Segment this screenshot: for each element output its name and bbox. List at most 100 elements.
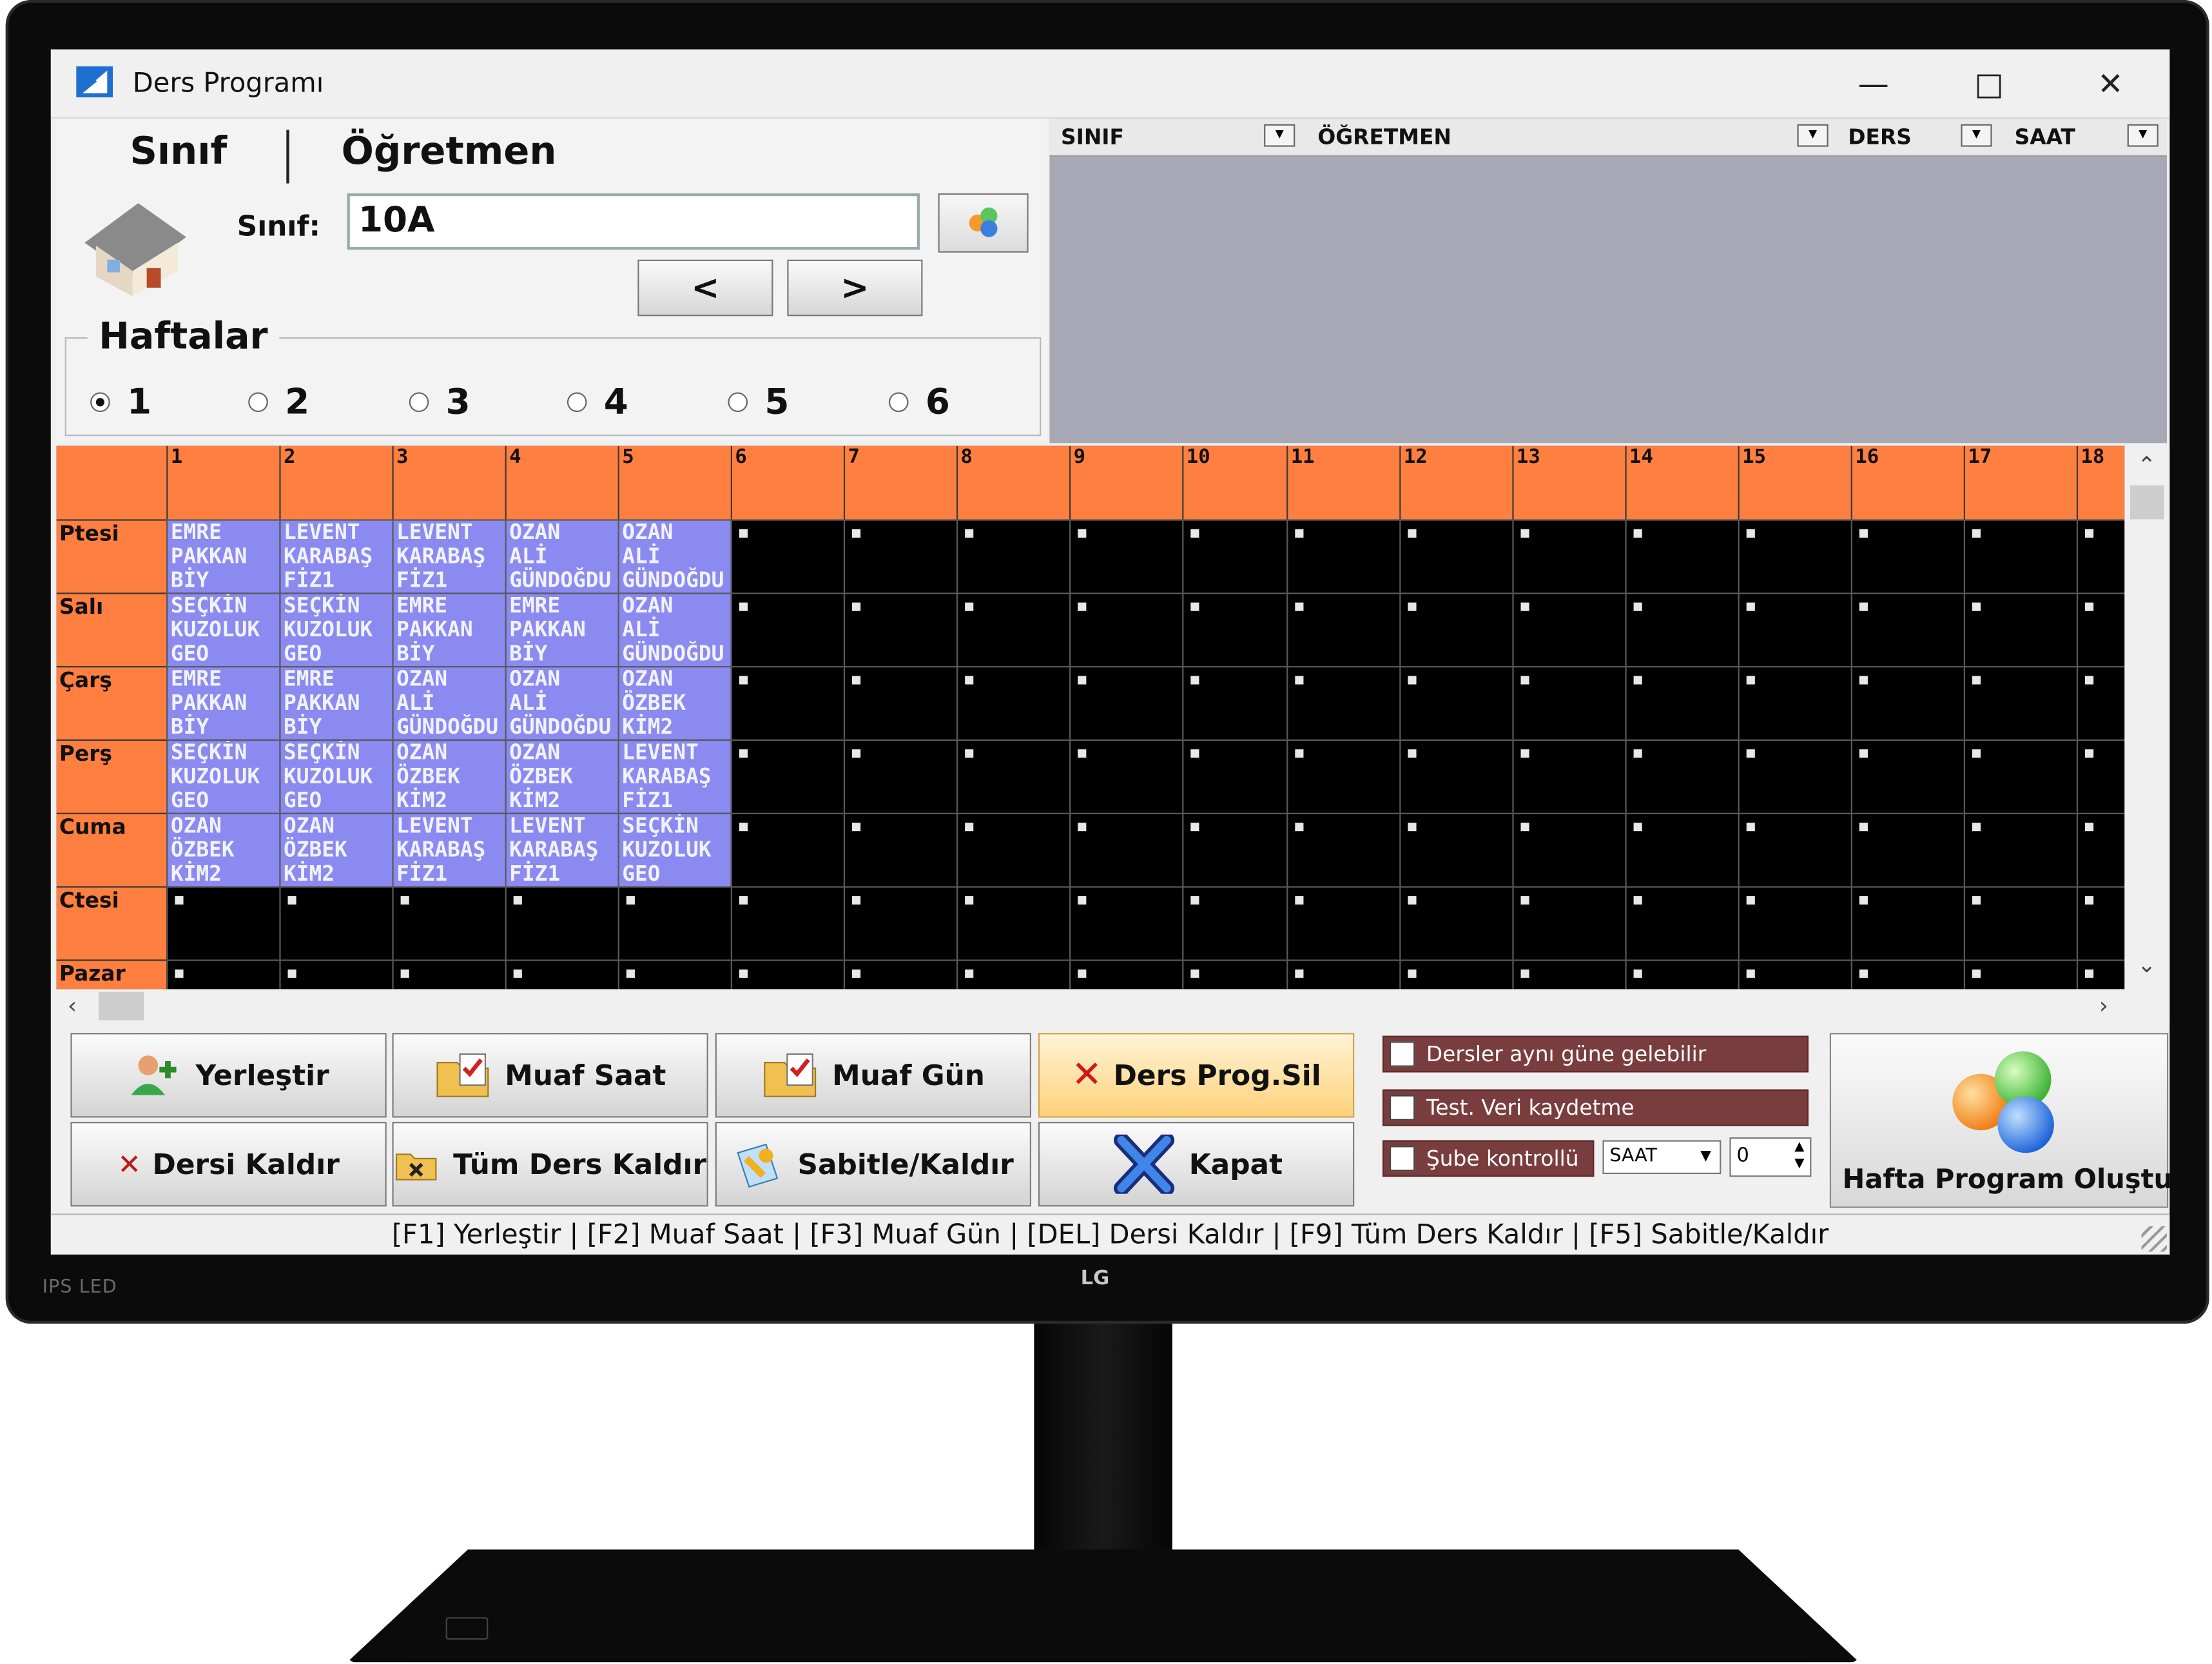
empty-slot-cell[interactable] [1286, 959, 1400, 990]
empty-slot-cell[interactable] [1625, 592, 1738, 667]
empty-slot-cell[interactable] [1963, 739, 2077, 813]
empty-slot-cell[interactable] [2076, 739, 2125, 813]
scroll-right-icon[interactable]: › [2099, 992, 2108, 1019]
horizontal-scroll-thumb[interactable] [99, 992, 144, 1021]
muaf-gun-button[interactable]: Muaf Gün [715, 1033, 1031, 1118]
week-radio-1[interactable]: 1 [90, 381, 151, 422]
empty-slot-cell[interactable] [730, 666, 844, 739]
empty-slot-cell[interactable] [730, 592, 844, 667]
empty-slot-cell[interactable] [956, 959, 1070, 990]
empty-slot-cell[interactable] [1963, 812, 2077, 886]
empty-slot-cell[interactable] [1182, 519, 1287, 593]
lesson-cell[interactable]: EMRE PAKKAN BİY [279, 666, 393, 739]
empty-slot-cell[interactable] [1625, 959, 1738, 990]
kapat-button[interactable]: Kapat [1038, 1122, 1355, 1207]
empty-slot-cell[interactable] [617, 959, 731, 990]
empty-slot-cell[interactable] [1069, 592, 1183, 667]
scroll-left-icon[interactable]: ‹ [68, 992, 77, 1019]
empty-slot-cell[interactable] [1399, 519, 1513, 593]
sinif-dropdown-arrow-icon[interactable]: ▼ [1264, 124, 1295, 147]
class-picker-button[interactable] [938, 193, 1029, 253]
empty-slot-cell[interactable] [843, 886, 956, 960]
lesson-cell[interactable]: SEÇKİN KUZOLUK GEO [279, 739, 393, 813]
empty-slot-cell[interactable] [730, 886, 844, 960]
empty-slot-cell[interactable] [1850, 959, 1964, 990]
lesson-cell[interactable]: OZAN ALİ GÜNDOĞDU [617, 519, 731, 593]
empty-slot-cell[interactable] [843, 959, 956, 990]
horizontal-scrollbar[interactable]: ‹ › [56, 989, 2170, 1023]
week-radio-2[interactable]: 2 [248, 381, 309, 422]
lesson-cell[interactable]: SEÇKİN KUZOLUK GEO [166, 739, 280, 813]
empty-slot-cell[interactable] [1069, 739, 1183, 813]
lesson-cell[interactable]: SEÇKİN KUZOLUK GEO [166, 592, 280, 667]
tab-sinif[interactable]: Sınıf [130, 130, 227, 181]
lesson-cell[interactable]: SEÇKİN KUZOLUK GEO [279, 592, 393, 667]
empty-slot-cell[interactable] [1963, 592, 2077, 667]
empty-slot-cell[interactable] [1182, 592, 1287, 667]
empty-slot-cell[interactable] [1182, 666, 1287, 739]
saat-number-spinner[interactable]: 0 ▲ ▼ [1729, 1137, 1812, 1177]
lesson-cell[interactable]: OZAN ÖZBEK KİM2 [617, 666, 731, 739]
empty-slot-cell[interactable] [166, 959, 280, 990]
empty-slot-cell[interactable] [1850, 666, 1964, 739]
filter-list-panel[interactable]: SINIF ▼ ÖĞRETMEN ▼ DERS ▼ SAAT ▼ [1049, 118, 2167, 444]
empty-slot-cell[interactable] [730, 959, 844, 990]
empty-slot-cell[interactable] [1512, 519, 1625, 593]
empty-slot-cell[interactable] [617, 886, 731, 960]
lesson-cell[interactable]: LEVENT KARABAŞ FİZ1 [505, 812, 618, 886]
empty-slot-cell[interactable] [1963, 666, 2077, 739]
spin-arrows-icon[interactable]: ▲ ▼ [1794, 1139, 1804, 1173]
lesson-cell[interactable]: OZAN ÖZBEK KİM2 [279, 812, 393, 886]
empty-slot-cell[interactable] [1512, 666, 1625, 739]
empty-slot-cell[interactable] [1182, 812, 1287, 886]
empty-slot-cell[interactable] [1738, 739, 1851, 813]
empty-slot-cell[interactable] [956, 519, 1070, 593]
empty-slot-cell[interactable] [2076, 886, 2125, 960]
week-radio-4[interactable]: 4 [567, 381, 628, 422]
ders-prog-sil-button[interactable]: ✕ Ders Prog.Sil [1038, 1033, 1355, 1118]
empty-slot-cell[interactable] [1625, 886, 1738, 960]
yerlestir-button[interactable]: Yerleştir [70, 1033, 387, 1118]
vertical-scroll-thumb[interactable] [2130, 485, 2164, 520]
empty-slot-cell[interactable] [2076, 812, 2125, 886]
lesson-cell[interactable]: OZAN ÖZBEK KİM2 [505, 739, 618, 813]
empty-slot-cell[interactable] [956, 666, 1070, 739]
empty-slot-cell[interactable] [1512, 739, 1625, 813]
empty-slot-cell[interactable] [1286, 886, 1400, 960]
empty-slot-cell[interactable] [1738, 592, 1851, 667]
lesson-cell[interactable]: LEVENT KARABAŞ FİZ1 [279, 519, 393, 593]
empty-slot-cell[interactable] [956, 592, 1070, 667]
empty-slot-cell[interactable] [1850, 886, 1964, 960]
test-veri-checkbox[interactable]: Test. Veri kaydetme [1382, 1089, 1809, 1126]
empty-slot-cell[interactable] [1625, 812, 1738, 886]
lesson-cell[interactable]: EMRE PAKKAN BİY [392, 592, 505, 667]
minimize-button[interactable]: — [1843, 61, 1905, 108]
empty-slot-cell[interactable] [1069, 959, 1183, 990]
muaf-saat-button[interactable]: Muaf Saat [392, 1033, 708, 1118]
empty-slot-cell[interactable] [1512, 592, 1625, 667]
empty-slot-cell[interactable] [1850, 812, 1964, 886]
lesson-cell[interactable]: OZAN ALİ GÜNDOĞDU [505, 519, 618, 593]
week-radio-6[interactable]: 6 [888, 381, 950, 422]
lesson-cell[interactable]: EMRE PAKKAN BİY [166, 519, 280, 593]
empty-slot-cell[interactable] [1625, 519, 1738, 593]
empty-slot-cell[interactable] [392, 886, 505, 960]
ogretmen-dropdown-arrow-icon[interactable]: ▼ [1797, 124, 1829, 147]
empty-slot-cell[interactable] [1286, 739, 1400, 813]
next-class-button[interactable]: > [787, 259, 923, 317]
empty-slot-cell[interactable] [843, 739, 956, 813]
maximize-button[interactable]: □ [1958, 61, 2020, 108]
empty-slot-cell[interactable] [1738, 886, 1851, 960]
empty-slot-cell[interactable] [730, 739, 844, 813]
week-radio-3[interactable]: 3 [409, 381, 471, 422]
scroll-down-icon[interactable]: ⌄ [2137, 951, 2156, 978]
saat-dropdown-arrow-icon[interactable]: ▼ [2127, 124, 2159, 147]
vertical-scrollbar[interactable]: ⌃ ⌄ [2124, 445, 2170, 990]
prev-class-button[interactable]: < [637, 259, 773, 317]
empty-slot-cell[interactable] [279, 959, 393, 990]
empty-slot-cell[interactable] [956, 886, 1070, 960]
empty-slot-cell[interactable] [279, 886, 393, 960]
lesson-cell[interactable]: EMRE PAKKAN BİY [166, 666, 280, 739]
lesson-cell[interactable]: OZAN ÖZBEK KİM2 [392, 739, 505, 813]
empty-slot-cell[interactable] [2076, 592, 2125, 667]
